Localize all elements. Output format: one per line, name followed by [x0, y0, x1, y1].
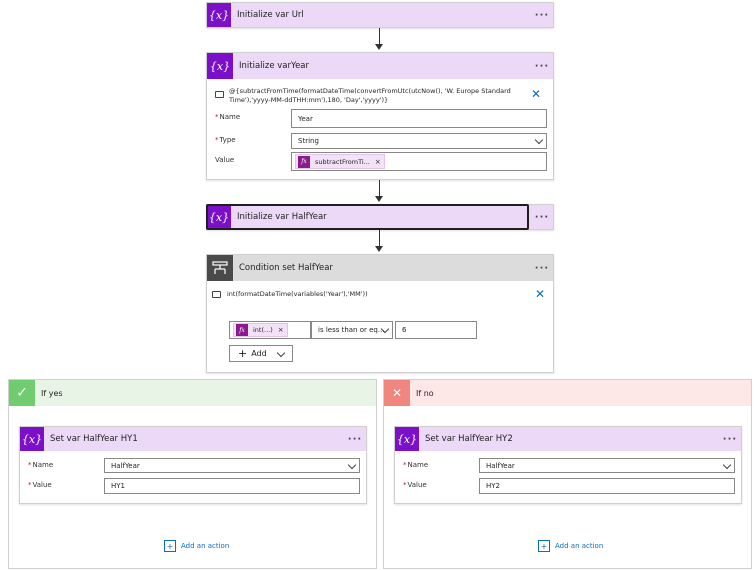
branch-if-no: ✕ If no {x} Set var HalfYear HY2 ··· *Na…: [383, 379, 752, 569]
type-dropdown[interactable]: String: [291, 133, 547, 149]
add-an-action-button[interactable]: + Add an action: [164, 540, 229, 552]
more-options-icon[interactable]: ···: [719, 434, 741, 445]
branch-title: If no: [416, 388, 434, 398]
step-set-var-halfyear-hy2[interactable]: {x} Set var HalfYear HY2 ··· *Name HalfY…: [394, 426, 742, 504]
variable-icon: {x}: [20, 427, 44, 451]
close-comment-icon[interactable]: ✕: [535, 287, 545, 301]
step-title: Condition set HalfYear: [239, 263, 333, 273]
branch-title: If yes: [41, 388, 63, 398]
chevron-down-icon: [722, 460, 732, 469]
more-options-icon[interactable]: ···: [531, 263, 553, 274]
comment-text: @{subtractFromTime(formatDateTime(conver…: [229, 87, 511, 104]
chevron-down-icon: [534, 135, 544, 145]
value-label: Value: [215, 156, 235, 164]
condition-icon: [207, 255, 233, 281]
connector-arrow: [379, 28, 380, 44]
value-label: *Value: [403, 481, 427, 489]
remove-token-icon[interactable]: ×: [278, 326, 284, 334]
step-set-var-halfyear-hy1[interactable]: {x} Set var HalfYear HY1 ··· *Name HalfY…: [19, 426, 367, 504]
more-options-icon[interactable]: ···: [531, 61, 553, 72]
comment-icon: [212, 291, 221, 298]
variable-icon: {x}: [207, 3, 231, 27]
value-input[interactable]: fx subtractFromTi... ×: [291, 152, 547, 171]
expression-token[interactable]: fx int(...) ×: [233, 323, 288, 337]
step-initialize-var-url[interactable]: {x} Initialize var Url ···: [206, 2, 554, 28]
cross-icon: ✕: [384, 380, 410, 406]
name-input[interactable]: Year: [291, 109, 547, 128]
more-options-icon[interactable]: ···: [531, 212, 553, 223]
chevron-down-icon: [276, 348, 286, 357]
remove-token-icon[interactable]: ×: [375, 158, 381, 166]
chevron-down-icon: [347, 460, 357, 469]
connector-arrow: [379, 180, 380, 196]
name-label: *Name: [28, 461, 54, 469]
type-label: *Type: [215, 136, 236, 144]
add-action-icon: +: [164, 540, 176, 552]
comment-text: int(formatDateTime(variables('Year'),'MM…: [227, 290, 368, 298]
add-action-icon: +: [538, 540, 550, 552]
step-title: Set var HalfYear HY1: [50, 434, 138, 444]
selection-outline: [206, 204, 529, 230]
name-label: *Name: [215, 113, 241, 121]
more-options-icon[interactable]: ···: [531, 10, 553, 21]
step-title: Initialize varYear: [239, 61, 310, 71]
function-icon: fx: [236, 324, 248, 336]
connector-arrowhead: [375, 246, 383, 252]
add-an-action-button[interactable]: + Add an action: [538, 540, 603, 552]
connector-arrowhead: [375, 196, 383, 202]
step-initialize-var-year[interactable]: {x} Initialize varYear ··· @{subtractFro…: [206, 52, 554, 180]
connector-arrowhead: [375, 44, 383, 50]
step-initialize-var-halfyear[interactable]: {x} Initialize var HalfYear ···: [206, 204, 554, 230]
comment-icon: [215, 91, 224, 98]
function-icon: fx: [298, 155, 310, 168]
variable-icon: {x}: [395, 427, 419, 451]
value-label: *Value: [28, 481, 52, 489]
value-input[interactable]: HY1: [104, 478, 360, 494]
more-options-icon[interactable]: ···: [344, 434, 366, 445]
expression-token[interactable]: fx subtractFromTi... ×: [295, 154, 385, 169]
condition-operator-dropdown[interactable]: is less than or eq...: [311, 321, 393, 339]
connector-arrow: [379, 230, 380, 246]
value-input[interactable]: HY2: [479, 478, 735, 494]
step-condition-set-halfyear[interactable]: Condition set HalfYear ··· int(formatDat…: [206, 254, 554, 373]
name-dropdown[interactable]: HalfYear: [104, 458, 360, 473]
add-row-button[interactable]: + Add: [229, 345, 293, 362]
name-label: *Name: [403, 461, 429, 469]
condition-right-operand[interactable]: 6: [395, 321, 477, 339]
step-title: Set var HalfYear HY2: [425, 434, 513, 444]
branch-if-yes: ✓ If yes {x} Set var HalfYear HY1 ··· *N…: [8, 379, 377, 569]
check-icon: ✓: [9, 380, 35, 406]
close-comment-icon[interactable]: ✕: [531, 87, 541, 101]
plus-icon: +: [238, 347, 248, 360]
name-dropdown[interactable]: HalfYear: [479, 458, 735, 473]
variable-icon: {x}: [207, 53, 233, 79]
step-title: Initialize var Url: [237, 10, 304, 20]
condition-left-operand[interactable]: fx int(...) ×: [229, 321, 311, 339]
